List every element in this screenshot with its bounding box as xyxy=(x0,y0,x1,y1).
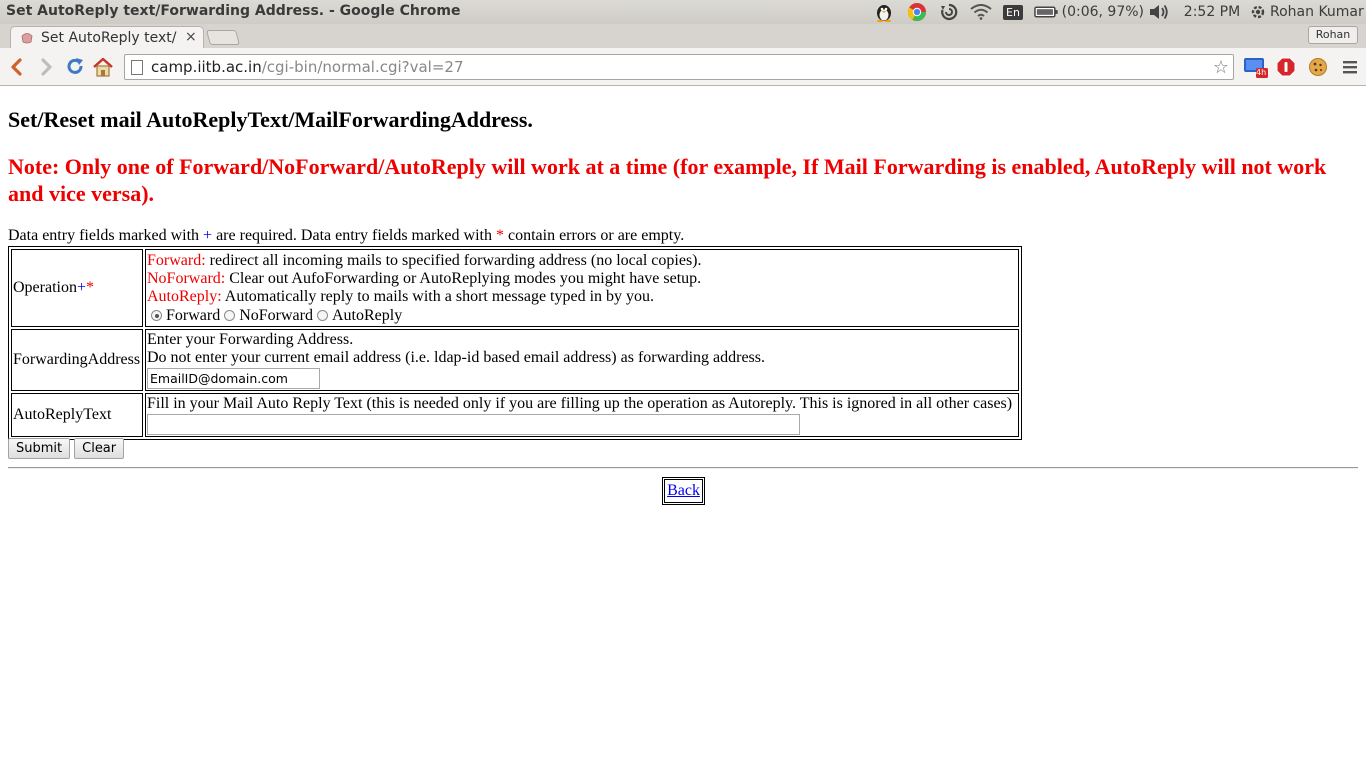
url-path: /cgi-bin/normal.cgi?val=27 xyxy=(261,58,464,76)
page-content: Set/Reset mail AutoReplyText/MailForward… xyxy=(0,87,1366,768)
forward-term: Forward: xyxy=(147,251,206,269)
error-marker: * xyxy=(495,227,504,244)
back-link-box: Back xyxy=(662,477,705,505)
radio-noforward-label[interactable]: NoForward xyxy=(239,307,313,325)
user-name[interactable]: Rohan Kumar xyxy=(1270,2,1364,22)
tab-strip: Set AutoReply text/F × Rohan xyxy=(0,24,1366,48)
operation-row: Operation+* Forward: redirect all incomi… xyxy=(11,249,1019,327)
forwarding-cell: Enter your Forwarding Address. Do not en… xyxy=(145,329,1019,391)
radio-noforward[interactable] xyxy=(224,310,236,321)
required-fields-legend: Data entry fields marked with + are requ… xyxy=(8,227,684,245)
new-tab-button[interactable] xyxy=(205,30,241,45)
battery-icon xyxy=(1034,6,1058,18)
back-link[interactable]: Back xyxy=(667,482,700,500)
legend-text-2: are required. Data entry fields marked w… xyxy=(212,227,496,244)
operation-label: Operation+* xyxy=(11,249,143,327)
tab-title: Set AutoReply text/F xyxy=(41,30,177,46)
extension-badge: 4h xyxy=(1256,68,1267,77)
url-text: camp.iitb.ac.in/cgi-bin/normal.cgi?val=2… xyxy=(151,58,464,76)
autoreply-desc: Automatically reply to mails with a shor… xyxy=(221,287,655,305)
forward-description: Forward: redirect all incoming mails to … xyxy=(147,252,1017,270)
submit-button[interactable]: Submit xyxy=(8,438,71,459)
legend-text-3: contain errors or are empty. xyxy=(503,227,685,244)
home-icon[interactable] xyxy=(91,55,115,79)
volume-icon[interactable] xyxy=(1146,2,1172,22)
keyboard-layout-label: En xyxy=(1003,4,1023,20)
clock[interactable]: 2:52 PM xyxy=(1182,2,1242,22)
required-marker: + xyxy=(76,279,87,296)
wifi-icon[interactable] xyxy=(968,2,994,22)
battery-indicator[interactable]: (0:06, 97%) xyxy=(1034,2,1144,22)
cookie-icon[interactable] xyxy=(1306,55,1330,79)
forwarding-instruction-2: Do not enter your current email address … xyxy=(147,349,766,366)
noforward-term: NoForward: xyxy=(147,269,226,287)
forward-desc: redirect all incoming mails to specified… xyxy=(205,251,702,269)
keyboard-layout-indicator[interactable]: En xyxy=(1003,2,1023,22)
radio-autoreply[interactable] xyxy=(316,310,328,321)
warning-note: Note: Only one of Forward/NoForward/Auto… xyxy=(8,154,1327,206)
noforward-desc: Clear out AufoForwarding or AutoReplying… xyxy=(225,269,702,287)
error-marker: * xyxy=(86,279,95,296)
forwarding-row: ForwardingAddress Enter your Forwarding … xyxy=(11,329,1019,391)
autoreply-cell: Fill in your Mail Auto Reply Text (this … xyxy=(145,393,1019,437)
page-favicon-icon xyxy=(21,33,33,44)
url-host: camp.iitb.ac.in xyxy=(151,58,262,76)
radio-forward-label[interactable]: Forward xyxy=(166,307,220,325)
form-buttons: Submit Clear xyxy=(8,438,125,459)
page-title: Set/Reset mail AutoReplyText/MailForward… xyxy=(8,107,533,132)
forwarding-address-input[interactable]: EmailID@domain.com xyxy=(147,368,320,389)
divider xyxy=(8,467,1358,469)
reload-icon[interactable] xyxy=(63,55,87,79)
forwarding-instruction-1: Enter your Forwarding Address. xyxy=(147,331,354,348)
autoreply-term: AutoReply: xyxy=(147,287,222,305)
penguin-icon[interactable] xyxy=(872,2,896,22)
forwarding-label: ForwardingAddress xyxy=(11,329,143,391)
autoreply-label: AutoReplyText xyxy=(11,393,143,437)
adblock-icon[interactable] xyxy=(1274,55,1298,79)
chrome-icon[interactable] xyxy=(905,2,929,22)
browser-toolbar: camp.iitb.ac.in/cgi-bin/normal.cgi?val=2… xyxy=(0,48,1366,86)
os-top-bar: Set AutoReply text/Forwarding Address. -… xyxy=(0,0,1366,24)
forward-icon[interactable] xyxy=(34,55,58,79)
radio-forward[interactable] xyxy=(151,310,162,321)
battery-status: (0:06, 97%) xyxy=(1061,4,1144,20)
noforward-description: NoForward: Clear out AufoForwarding or A… xyxy=(147,270,1017,288)
tab-active[interactable]: Set AutoReply text/F × xyxy=(10,26,204,48)
autoreply-text-input[interactable] xyxy=(147,414,800,435)
legend-text-1: Data entry fields marked with xyxy=(8,227,204,244)
tab-close-icon[interactable]: × xyxy=(185,29,197,45)
operation-radio-group: Forward NoForward AutoReply xyxy=(147,307,1017,325)
extension-monitor-icon[interactable]: 4h xyxy=(1242,55,1270,79)
radio-autoreply-label[interactable]: AutoReply xyxy=(332,307,402,325)
autoreply-row: AutoReplyText Fill in your Mail Auto Rep… xyxy=(11,393,1019,437)
sync-icon[interactable] xyxy=(937,2,961,22)
back-icon[interactable] xyxy=(5,55,29,79)
address-bar[interactable]: camp.iitb.ac.in/cgi-bin/normal.cgi?val=2… xyxy=(124,54,1234,80)
mail-settings-form: Operation+* Forward: redirect all incomi… xyxy=(8,246,1022,440)
operation-label-text: Operation xyxy=(13,279,77,296)
menu-icon[interactable] xyxy=(1338,55,1362,79)
back-link-cell: Back xyxy=(664,479,703,503)
profile-badge[interactable]: Rohan xyxy=(1308,26,1358,44)
bookmark-star-icon[interactable]: ☆ xyxy=(1213,57,1229,78)
clear-button[interactable]: Clear xyxy=(74,438,125,459)
page-icon xyxy=(131,60,143,75)
autoreply-instruction: Fill in your Mail Auto Reply Text (this … xyxy=(147,395,1013,412)
gear-icon[interactable] xyxy=(1248,2,1268,22)
autoreply-description: AutoReply: Automatically reply to mails … xyxy=(147,288,1017,306)
operation-cell: Forward: redirect all incoming mails to … xyxy=(145,249,1019,327)
window-title: Set AutoReply text/Forwarding Address. -… xyxy=(6,3,461,19)
required-marker: + xyxy=(203,227,213,244)
